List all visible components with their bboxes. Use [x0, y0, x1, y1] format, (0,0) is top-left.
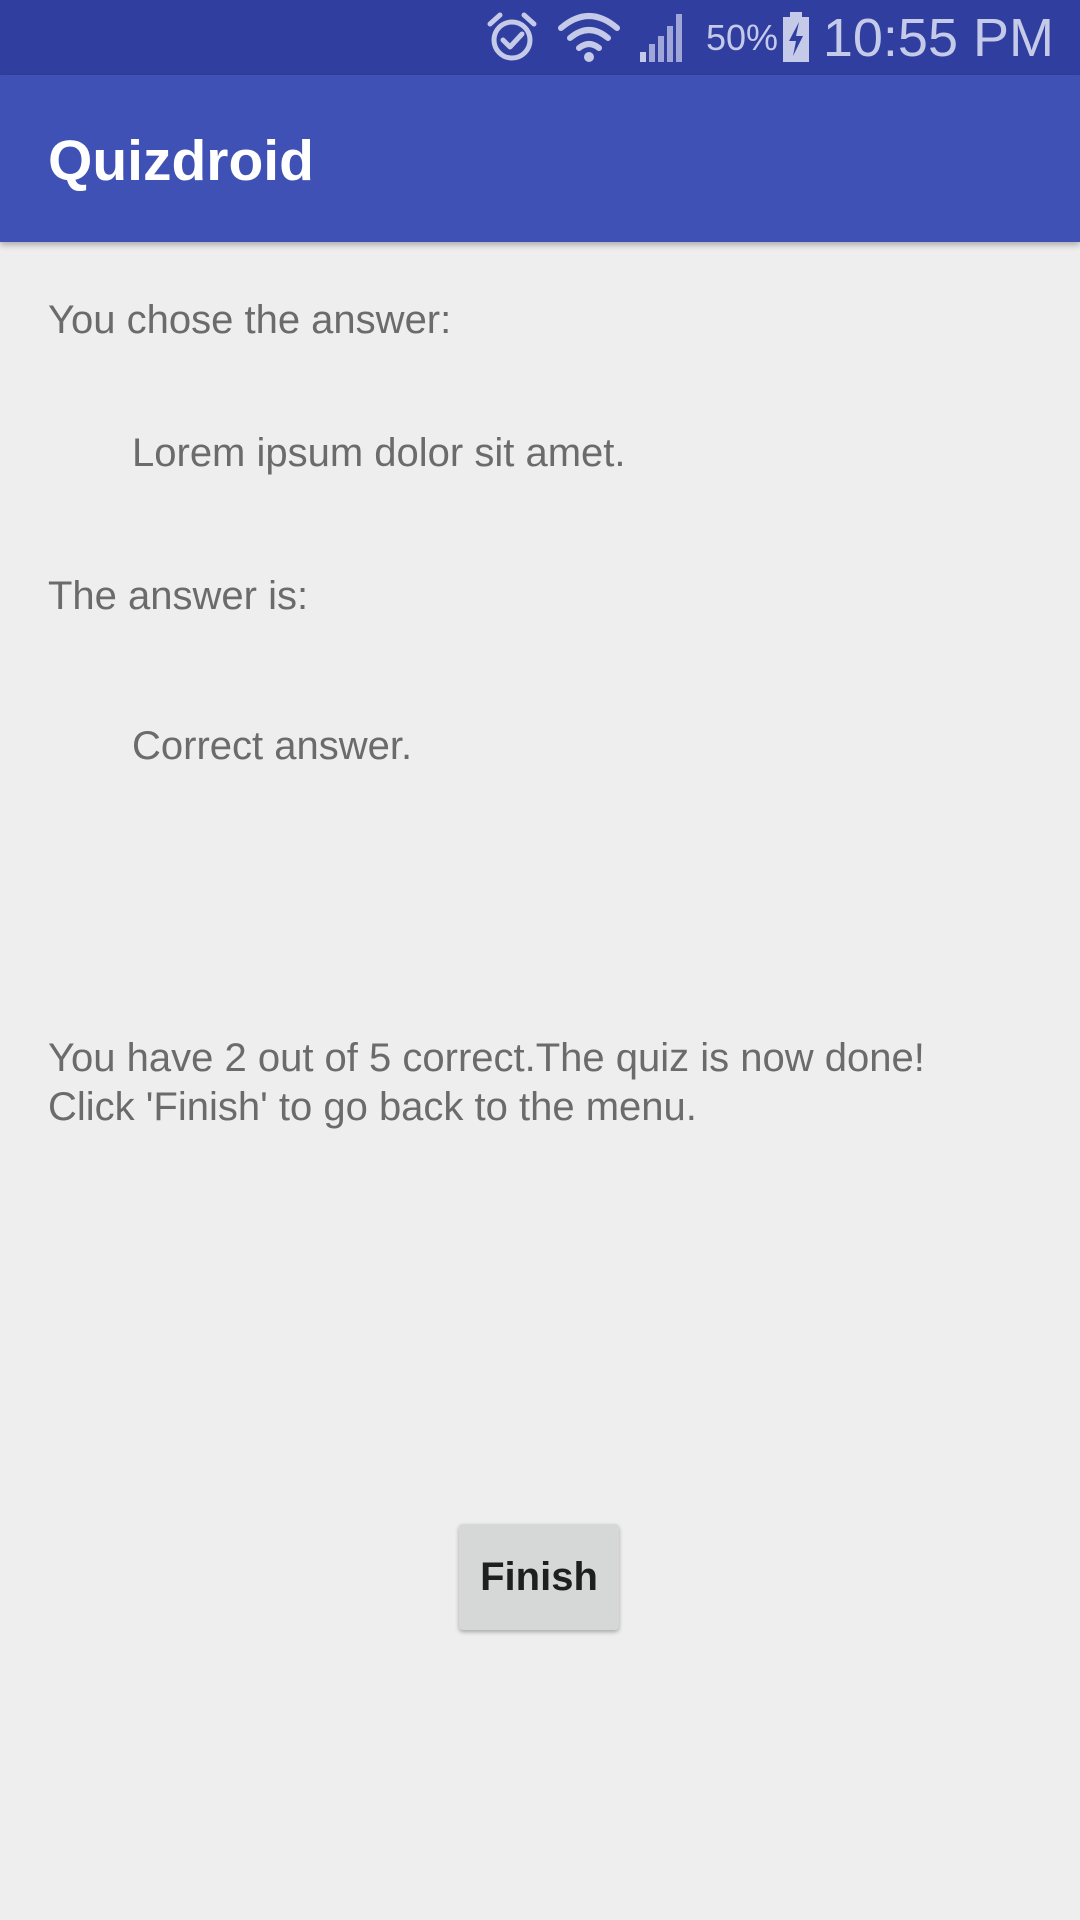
finish-button[interactable]: Finish: [459, 1524, 619, 1630]
alarm-icon: [487, 12, 537, 61]
battery-charging-icon: [783, 12, 809, 62]
chosen-answer-label: You chose the answer:: [48, 298, 452, 342]
cell-signal-icon: [640, 14, 682, 62]
app-title: Quizdroid: [48, 129, 314, 193]
correct-answer-value: Correct answer.: [132, 724, 413, 768]
correct-answer-label: The answer is:: [48, 574, 309, 618]
screen: 50% 10:55 PM Quizdroid You chose the ans…: [0, 0, 1080, 1920]
status-bar: 50% 10:55 PM: [0, 0, 1080, 75]
chosen-answer-value: Lorem ipsum dolor sit amet.: [132, 431, 626, 475]
wifi-icon: [558, 13, 620, 62]
score-summary-line1: You have 2 out of 5 correct.The quiz is …: [48, 1036, 925, 1080]
battery-percent: 50%: [706, 17, 779, 58]
score-summary-line2: Click 'Finish' to go back to the menu.: [48, 1085, 697, 1129]
status-clock: 10:55 PM: [822, 8, 1054, 68]
app-bar: Quizdroid: [0, 75, 1080, 242]
